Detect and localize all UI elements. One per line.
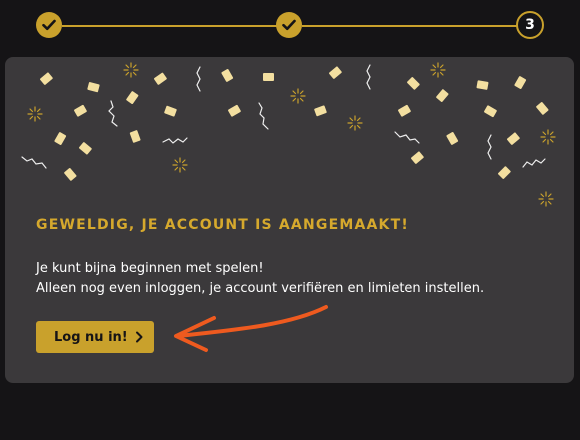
confetti-illustration (21, 62, 556, 207)
step-1-completed (36, 12, 62, 38)
checkmark-icon (42, 19, 56, 31)
success-message: Je kunt bijna beginnen met spelen! Allee… (36, 259, 484, 299)
success-card: GEWELDIG, JE ACCOUNT IS AANGEMAAKT! Je k… (5, 57, 574, 383)
login-button-label: Log nu in! (54, 329, 128, 345)
progress-stepper: 3 (0, 0, 580, 52)
chevron-right-icon (136, 331, 143, 343)
success-title: GEWELDIG, JE ACCOUNT IS AANGEMAAKT! (36, 217, 409, 233)
login-button[interactable]: Log nu in! (36, 321, 154, 353)
stepper-line (62, 25, 278, 27)
message-line-2: Alleen nog even inloggen, je account ver… (36, 281, 485, 296)
step-3-current: 3 (516, 11, 544, 39)
stepper-line (302, 25, 518, 27)
step-2-completed (276, 12, 302, 38)
message-line-1: Je kunt bijna beginnen met spelen! (36, 261, 264, 276)
checkmark-icon (282, 19, 296, 31)
